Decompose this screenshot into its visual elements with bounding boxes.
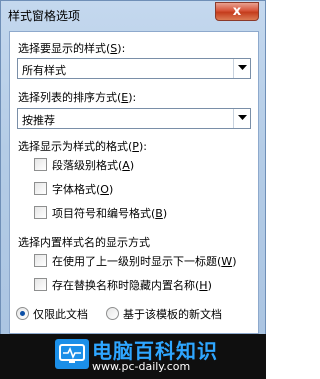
new-documents-radio[interactable] [106, 307, 119, 320]
close-button[interactable]: x [215, 2, 259, 21]
bullet-format-checkbox[interactable] [34, 206, 47, 219]
show-next-heading-checkbox[interactable] [34, 254, 47, 267]
paragraph-format-label[interactable]: 段落级别格式(A) [52, 157, 134, 173]
watermark-logo [55, 339, 89, 369]
style-to-show-label: 选择要显示的样式(S): [18, 42, 126, 55]
chevron-down-icon [238, 115, 247, 120]
chevron-down-icon [238, 65, 247, 70]
watermark-url: www.pc-daily.com [92, 360, 191, 373]
bullet-format-label[interactable]: 项目符号和编号格式(B) [52, 205, 167, 221]
this-document-label[interactable]: 仅限此文档 [33, 306, 88, 322]
font-format-checkbox[interactable] [34, 182, 47, 195]
monitor-pulse-icon [59, 344, 85, 363]
font-format-label[interactable]: 字体格式(O) [52, 181, 113, 197]
sort-order-dropdown-button[interactable] [233, 109, 250, 128]
builtin-names-heading: 选择内置样式名的显示方式 [18, 236, 150, 249]
sort-order-label: 选择列表的排序方式(E): [18, 91, 137, 104]
formats-heading: 选择显示为样式的格式(P): [18, 140, 147, 153]
style-to-show-value: 所有样式 [22, 64, 66, 77]
hide-builtin-name-checkbox[interactable] [34, 278, 47, 291]
dialog-content: 选择要显示的样式(S): 所有样式 选择列表的排序方式(E): 按推荐 选择显示… [9, 31, 259, 334]
sort-order-value: 按推荐 [22, 114, 55, 127]
style-to-show-dropdown-button[interactable] [233, 59, 250, 78]
dialog-title: 样式窗格选项 [8, 9, 81, 23]
hide-builtin-name-label[interactable]: 存在替换名称时隐藏内置名称(H) [52, 277, 212, 293]
paragraph-format-checkbox[interactable] [34, 158, 47, 171]
close-icon: x [232, 4, 242, 19]
this-document-radio[interactable] [16, 307, 29, 320]
show-next-heading-label[interactable]: 在使用了上一级别时显示下一标题(W) [52, 253, 236, 269]
sort-order-combobox[interactable]: 按推荐 [17, 108, 251, 129]
style-to-show-combobox[interactable]: 所有样式 [17, 58, 251, 79]
dialog-window: 样式窗格选项 x 选择要显示的样式(S): 所有样式 选择列表的排序方式(E):… [0, 0, 266, 379]
new-documents-label[interactable]: 基于该模板的新文档 [123, 306, 222, 322]
